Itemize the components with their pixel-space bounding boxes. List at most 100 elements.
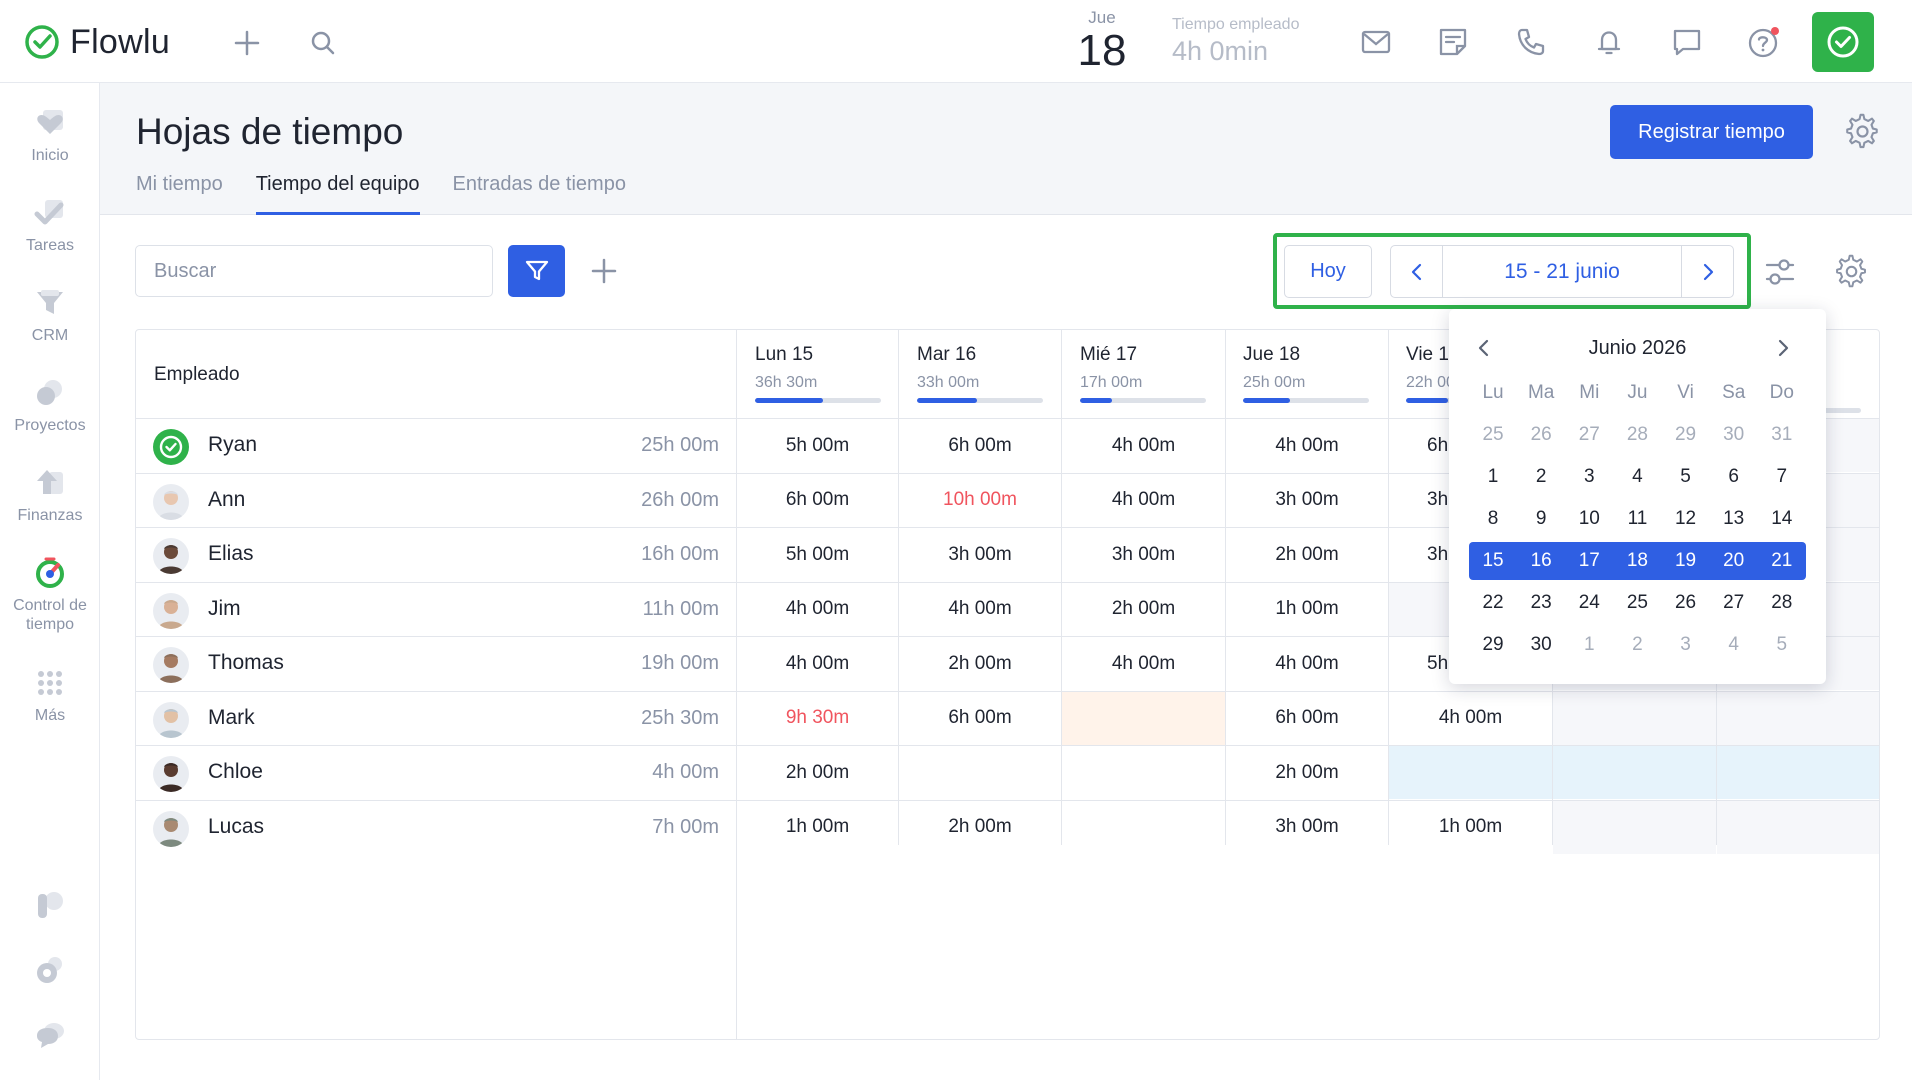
bell-icon[interactable] — [1589, 22, 1629, 62]
calendar-week[interactable]: 8 9 10 11 12 13 14 — [1469, 498, 1806, 540]
calendar-day[interactable]: 12 — [1662, 498, 1710, 540]
calendar-day[interactable]: 28 — [1758, 582, 1806, 624]
calendar-day[interactable]: 24 — [1565, 582, 1613, 624]
gear-icon[interactable] — [1844, 113, 1882, 151]
calendar-day[interactable]: 15 — [1469, 542, 1517, 580]
calendar-week[interactable]: 15 16 17 18 19 20 21 — [1469, 542, 1806, 580]
time-cell[interactable] — [1717, 800, 1879, 854]
time-cell[interactable]: 2h 00m — [1062, 583, 1225, 636]
sidebar-item-mas[interactable]: Más — [0, 666, 100, 725]
chat-icon[interactable] — [1667, 22, 1707, 62]
calendar-week[interactable]: 22 23 24 25 26 27 28 — [1469, 582, 1806, 624]
mail-icon[interactable] — [1356, 22, 1396, 62]
employee-name[interactable]: Ryan — [208, 433, 257, 457]
calendar-day[interactable]: 19 — [1662, 542, 1710, 580]
time-cell[interactable]: 2h 00m — [737, 746, 898, 799]
notes-icon[interactable] — [1433, 22, 1473, 62]
add-icon[interactable] — [586, 253, 622, 289]
time-spent[interactable]: Tiempo empleado 4h 0min — [1172, 16, 1299, 67]
time-cell[interactable]: 6h 00m — [737, 474, 898, 527]
time-cell[interactable]: 9h 30m — [737, 692, 898, 745]
employee-name[interactable]: Jim — [208, 597, 241, 621]
calendar-day[interactable]: 8 — [1469, 498, 1517, 540]
calendar-day[interactable]: 2 — [1517, 456, 1565, 498]
time-cell[interactable] — [1717, 691, 1879, 745]
calendar-day[interactable]: 1 — [1469, 456, 1517, 498]
calendar-day[interactable]: 25 — [1469, 414, 1517, 456]
sidebar-item-crm[interactable]: CRM — [0, 286, 100, 345]
calendar-day[interactable]: 13 — [1710, 498, 1758, 540]
date-range-label[interactable]: 15 - 21 junio — [1443, 246, 1681, 297]
calendar-next-month-icon[interactable] — [1770, 335, 1796, 361]
employee-name[interactable]: Chloe — [208, 760, 263, 784]
time-cell[interactable]: 3h 00m — [899, 528, 1061, 581]
calendar-week[interactable]: 29 30 1 2 3 4 5 — [1469, 624, 1806, 666]
calendar-day[interactable]: 6 — [1710, 456, 1758, 498]
calendar-day[interactable]: 10 — [1565, 498, 1613, 540]
calendar-day[interactable]: 5 — [1758, 624, 1806, 666]
time-cell[interactable]: 6h 00m — [899, 419, 1061, 472]
time-cell[interactable]: 5h 00m — [737, 528, 898, 581]
support-chat-icon[interactable] — [33, 1018, 67, 1052]
time-cell[interactable]: 5h 00m — [737, 419, 898, 472]
employee-name[interactable]: Ann — [208, 488, 245, 512]
time-cell[interactable]: 1h 00m — [737, 801, 898, 854]
table-settings-gear-icon[interactable] — [1834, 254, 1870, 290]
time-cell[interactable] — [1062, 801, 1225, 854]
time-cell[interactable] — [899, 746, 1061, 799]
plus-icon[interactable] — [230, 26, 264, 60]
sliders-icon[interactable] — [1762, 254, 1798, 290]
sidebar-item-tareas[interactable]: Tareas — [0, 196, 100, 255]
settings-icon[interactable] — [33, 953, 67, 987]
calendar-day[interactable]: 2 — [1613, 624, 1661, 666]
calendar-week[interactable]: 1234567 — [1469, 456, 1806, 498]
time-cell[interactable] — [1553, 746, 1716, 799]
calendar-day[interactable]: 31 — [1758, 414, 1806, 456]
time-cell[interactable]: 4h 00m — [899, 583, 1061, 636]
calendar-day[interactable]: 22 — [1469, 582, 1517, 624]
employee-name[interactable]: Thomas — [208, 651, 284, 675]
search-icon[interactable] — [306, 26, 340, 60]
help-icon[interactable] — [1744, 22, 1784, 62]
calendar-day[interactable]: 20 — [1710, 542, 1758, 580]
time-cell[interactable]: 6h 00m — [899, 692, 1061, 745]
calendar-day[interactable]: 4 — [1710, 624, 1758, 666]
calendar-day[interactable]: 28 — [1613, 414, 1661, 456]
today-button[interactable]: Hoy — [1284, 245, 1372, 298]
employee-name[interactable]: Lucas — [208, 815, 264, 839]
tab-tiempo-del-equipo[interactable]: Tiempo del equipo — [255, 167, 420, 215]
time-cell[interactable]: 4h 00m — [1062, 474, 1225, 527]
sidebar-item-proyectos[interactable]: Proyectos — [0, 376, 100, 435]
date-range-selector[interactable]: 15 - 21 junio — [1390, 245, 1734, 298]
calendar-day[interactable]: 3 — [1565, 456, 1613, 498]
calendar-day[interactable]: 3 — [1662, 624, 1710, 666]
calendar-day[interactable]: 17 — [1565, 542, 1613, 580]
employee-name[interactable]: Mark — [208, 706, 255, 730]
calendar-day[interactable]: 5 — [1662, 456, 1710, 498]
time-cell[interactable]: 4h 00m — [1389, 692, 1552, 745]
register-time-button[interactable]: Registrar tiempo — [1610, 105, 1813, 159]
pin-icon[interactable] — [33, 888, 67, 922]
calendar-day[interactable]: 26 — [1662, 582, 1710, 624]
time-cell[interactable]: 4h 00m — [1062, 419, 1225, 472]
calendar-day[interactable]: 23 — [1517, 582, 1565, 624]
time-cell[interactable] — [1553, 691, 1716, 745]
calendar-day[interactable]: 29 — [1469, 624, 1517, 666]
calendar-day[interactable]: 29 — [1662, 414, 1710, 456]
time-cell[interactable]: 4h 00m — [737, 583, 898, 636]
calendar-day[interactable]: 26 — [1517, 414, 1565, 456]
time-cell[interactable]: 2h 00m — [1226, 746, 1388, 799]
calendar-day[interactable]: 21 — [1758, 542, 1806, 580]
time-cell[interactable]: 4h 00m — [1062, 637, 1225, 690]
tab-mi-tiempo[interactable]: Mi tiempo — [136, 167, 223, 215]
employee-name[interactable]: Elias — [208, 542, 254, 566]
calendar-day[interactable]: 1 — [1565, 624, 1613, 666]
time-cell[interactable]: 4h 00m — [1226, 637, 1388, 690]
calendar-day[interactable]: 25 — [1613, 582, 1661, 624]
time-cell[interactable]: 4h 00m — [1226, 419, 1388, 472]
time-cell[interactable]: 4h 00m — [737, 637, 898, 690]
time-cell[interactable] — [1389, 746, 1552, 799]
sidebar-item-control-de-tiempo[interactable]: Control de tiempo — [0, 556, 100, 634]
time-cell[interactable] — [1062, 746, 1225, 799]
calendar-day[interactable]: 18 — [1613, 542, 1661, 580]
